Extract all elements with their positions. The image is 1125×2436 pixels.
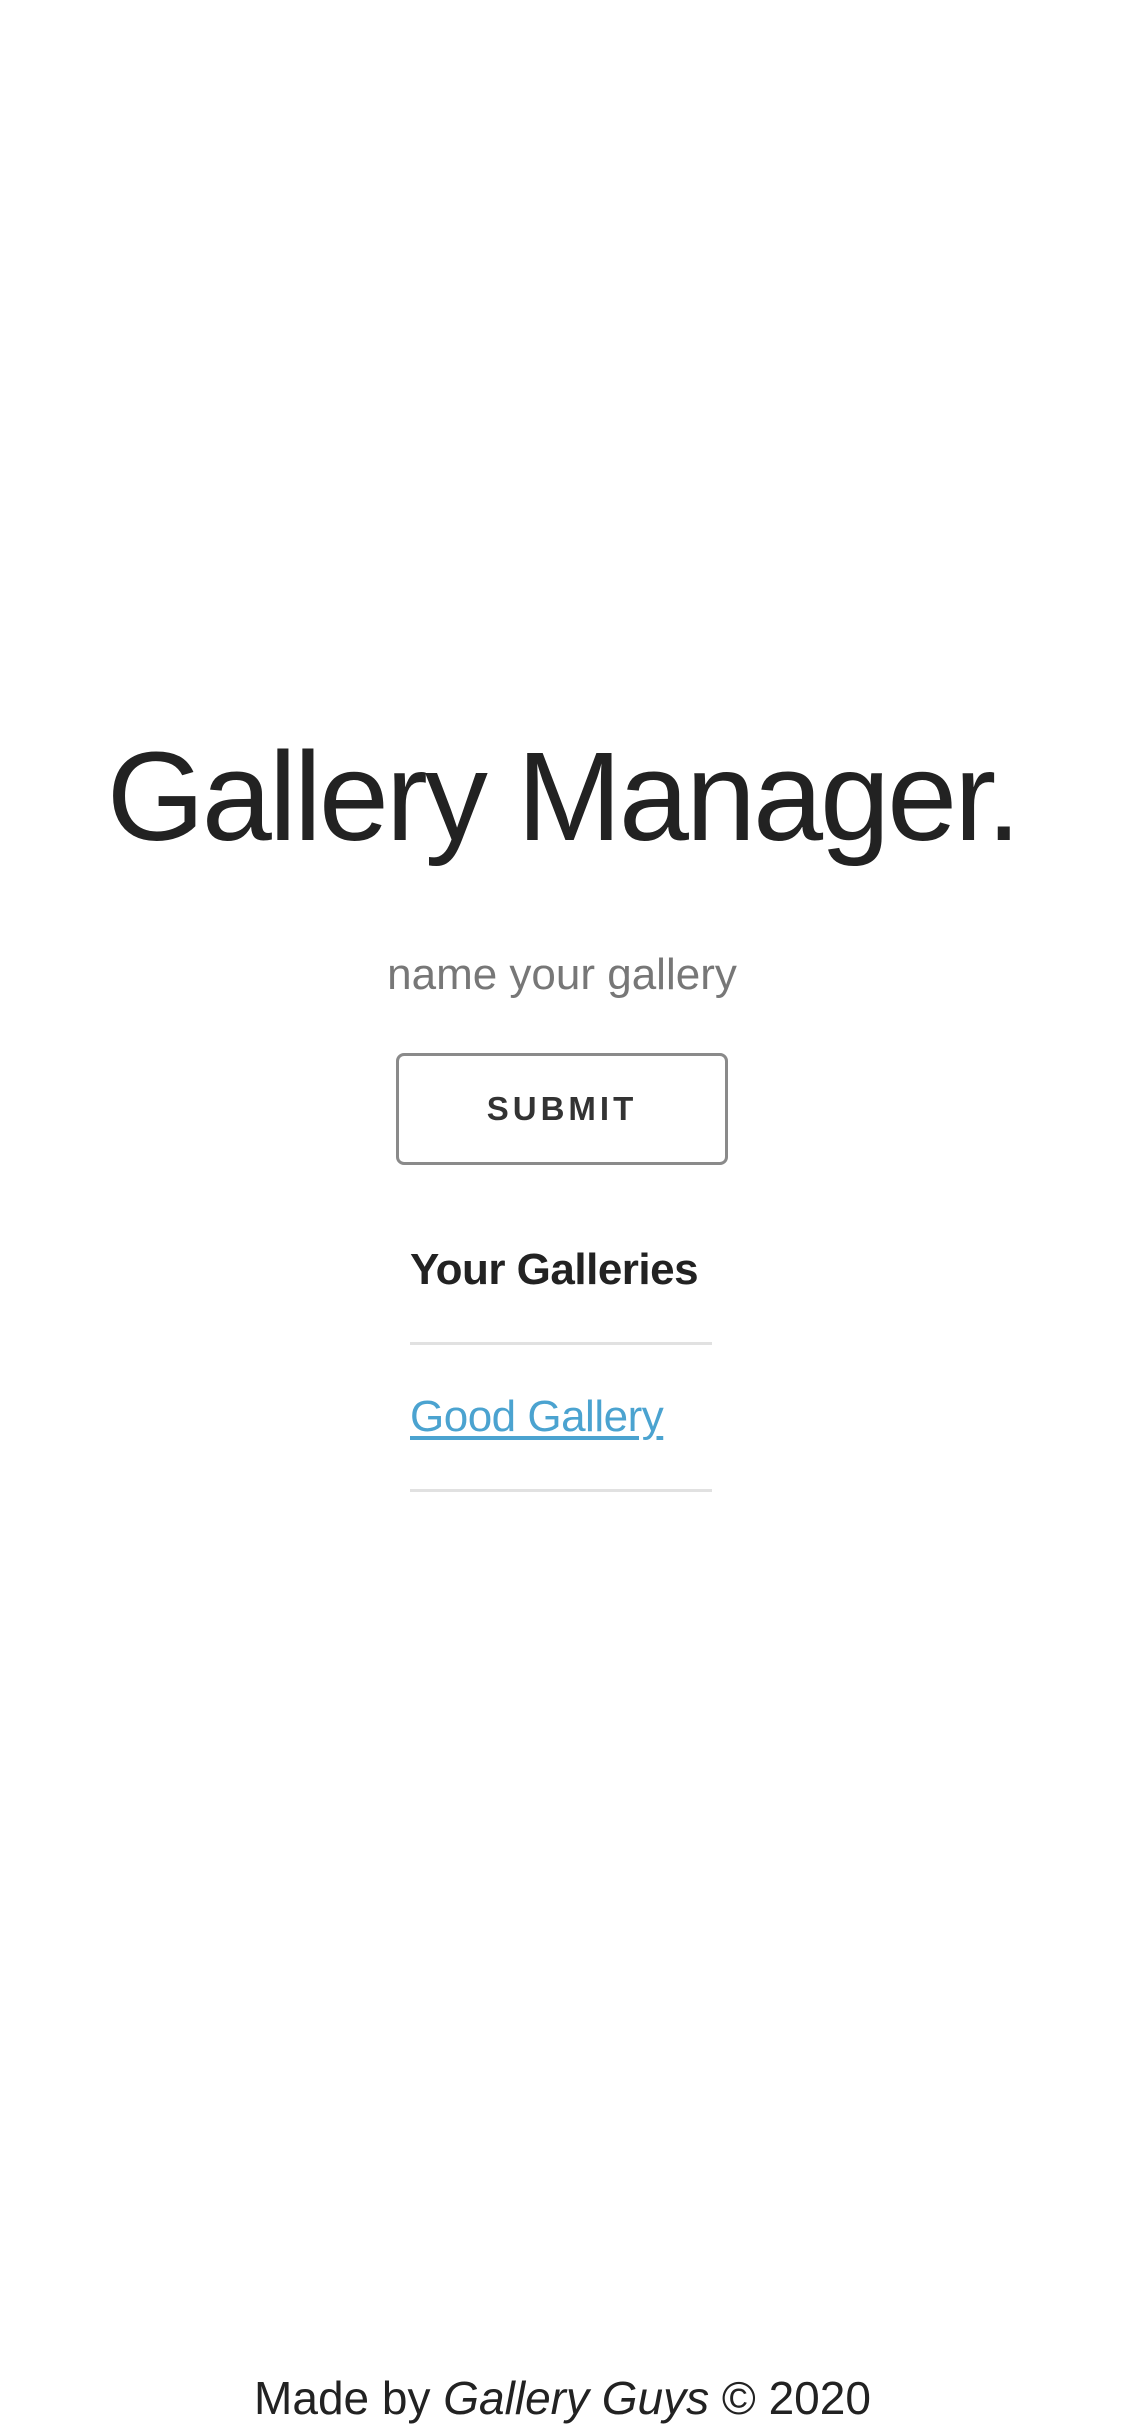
footer-prefix: Made by <box>254 2372 431 2424</box>
list-item: Good Gallery <box>410 1345 712 1492</box>
footer-year: 2020 <box>768 2372 871 2424</box>
gallery-name-input[interactable] <box>312 940 812 1010</box>
galleries-section: Your Galleries Good Gallery <box>410 1238 712 1492</box>
gallery-link[interactable]: Good Gallery <box>410 1392 664 1442</box>
footer: Made by Gallery Guys © 2020 <box>0 2368 1125 2428</box>
footer-brand: Gallery Guys <box>443 2372 710 2424</box>
submit-button[interactable]: SUBMIT <box>396 1053 728 1165</box>
galleries-heading: Your Galleries <box>410 1245 699 1294</box>
page-title: Gallery Manager. <box>106 726 1021 867</box>
gallery-list: Good Gallery <box>410 1345 712 1492</box>
copyright-icon: © <box>721 2372 756 2424</box>
